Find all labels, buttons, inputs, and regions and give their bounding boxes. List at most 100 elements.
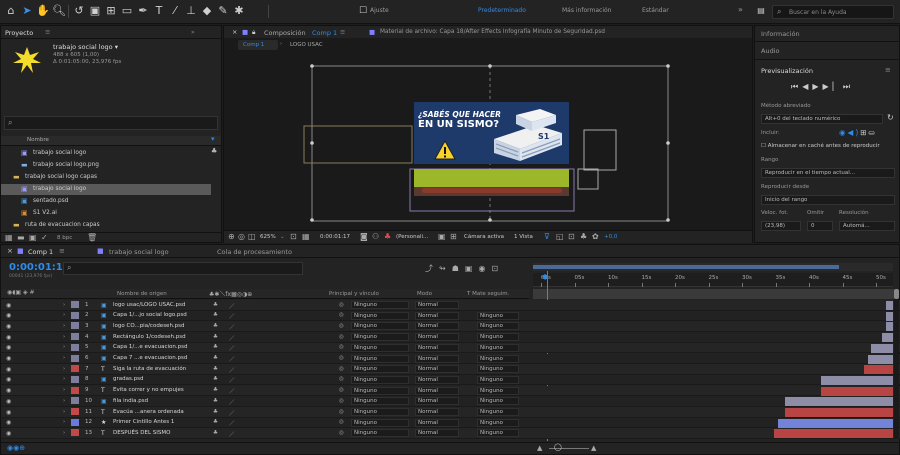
project-item[interactable]: ▬ ruta de evacuacion capas [1, 220, 211, 231]
parent-dropdown[interactable]: Ninguno [351, 365, 409, 374]
puppet-tool-icon[interactable]: ✱ [232, 4, 246, 18]
expand-arrow-icon[interactable]: › [63, 387, 65, 393]
layer-duration-bar[interactable] [774, 429, 893, 439]
toggle-view-icon[interactable]: ⊞ [450, 232, 457, 241]
track-matte-dropdown[interactable]: Ninguno [477, 311, 519, 320]
track-matte-dropdown[interactable]: Ninguno [477, 322, 519, 331]
views-dropdown[interactable]: 1 Vista [514, 234, 533, 240]
layer-duration-bar[interactable] [867, 354, 893, 364]
color-channel-icon[interactable]: ♣ [384, 232, 391, 241]
parent-pickwhip-icon[interactable]: ◎ [339, 366, 344, 372]
rectangle-tool-icon[interactable]: ▭ [120, 4, 134, 18]
close-icon[interactable]: × [7, 247, 13, 255]
layer-name[interactable]: logo CO...pia/codeseh.psd [113, 323, 185, 329]
camera-dropdown[interactable]: Cámara activa [464, 234, 504, 240]
layer-row[interactable]: ◉ › 5 ▣ Capa 1/...e evacuacion.psd ♣ ／ ◎ Ninguno… [1, 342, 900, 354]
parent-pickwhip-icon[interactable]: ◎ [339, 323, 344, 329]
expand-arrow-icon[interactable]: › [63, 344, 65, 350]
resolution-dropdown[interactable]: (Personali... [396, 234, 428, 240]
help-search-input[interactable]: ⌕ Buscar en la Ayuda [772, 5, 894, 19]
eye-icon[interactable]: ◉ [6, 409, 11, 416]
workspace-learn[interactable]: Más información [562, 7, 611, 14]
shy-switch-icon[interactable]: ♣ [213, 419, 218, 425]
time-ruler[interactable]: 00s 05s 10s 15s 20s 25s 30s 35s 40s 45s 50s [533, 273, 893, 287]
track-matte-dropdown[interactable]: Ninguno [477, 365, 519, 374]
rotate-tool-icon[interactable]: ↺ [72, 4, 86, 18]
shy-layers-icon[interactable]: ☗ [452, 264, 465, 273]
layer-label-color[interactable] [71, 397, 79, 405]
project-tab[interactable]: Proyecto [5, 29, 33, 37]
new-comp-icon[interactable]: ▣ [29, 233, 37, 242]
mode-dropdown[interactable]: Normal [415, 386, 459, 395]
track-matte-dropdown[interactable]: Ninguno [477, 408, 519, 416]
expand-arrow-icon[interactable]: › [63, 366, 65, 372]
cache-checkbox[interactable]: ☐ Almacenar en caché antes de reproducir [761, 143, 880, 149]
expand-arrow-icon[interactable]: › [63, 323, 65, 329]
quality-switch-icon[interactable]: ／ [229, 334, 235, 342]
layer-name[interactable]: Evacúa ...anera ordenada [113, 409, 184, 415]
timeline-scrollbar[interactable] [894, 289, 899, 439]
shy-switch-icon[interactable]: ♣ [213, 387, 218, 393]
parent-dropdown[interactable]: Ninguno [351, 322, 409, 331]
work-area-bar[interactable] [533, 263, 893, 271]
3d-renderer-icon[interactable]: ◫ [248, 232, 256, 241]
track-matte-dropdown[interactable]: Ninguno [477, 375, 519, 384]
layer-label-color[interactable] [71, 429, 79, 437]
sort-icon[interactable]: ▾ [211, 135, 215, 143]
shy-switch-icon[interactable]: ♣ [213, 409, 218, 415]
layer-name[interactable]: Evita correr y no empujes [113, 387, 184, 393]
camera-tool-icon[interactable]: ▣ [88, 4, 102, 18]
shy-switch-icon[interactable]: ♣ [213, 398, 218, 404]
expand-arrow-icon[interactable]: › [63, 409, 65, 415]
column-source-name[interactable]: Nombre de origen [117, 291, 167, 297]
mode-dropdown[interactable]: Normal [415, 418, 459, 427]
parent-dropdown[interactable]: Ninguno [351, 397, 409, 406]
overlay-toggle-icon[interactable]: ⊞ [860, 128, 868, 137]
loop-icon[interactable]: ↻ [887, 113, 894, 122]
shy-switch-icon[interactable]: ♣ [213, 430, 218, 436]
pixel-aspect-icon[interactable]: ⊽ [544, 232, 550, 241]
toggle-switches-icon[interactable]: ◉◉⊕ [7, 444, 25, 452]
expand-arrow-icon[interactable]: › [63, 376, 65, 382]
footage-tab-label[interactable]: Material de archivo: Capa 18/After Effec… [380, 29, 605, 35]
layer-duration-bar[interactable] [785, 397, 893, 407]
track-matte-dropdown[interactable]: Ninguno [477, 429, 519, 438]
motion-blur-icon[interactable]: ◉ [478, 264, 491, 273]
mode-dropdown[interactable]: Normal [415, 375, 459, 384]
breadcrumb-comp1[interactable]: Comp 1 [238, 40, 278, 50]
zoom-out-icon[interactable]: ▲ [537, 444, 542, 452]
shy-switch-icon[interactable]: ♣ [213, 366, 218, 372]
hand-tool-icon[interactable]: ✋ [36, 4, 50, 18]
layer-row[interactable]: ◉ › 2 ▣ Capa 1/...jo social logo.psd ♣ ／ ◎ Ningu… [1, 310, 900, 322]
expand-arrow-icon[interactable]: › [63, 302, 65, 308]
selection-tool-icon[interactable]: ➤ [20, 4, 34, 18]
parent-pickwhip-icon[interactable]: ◎ [339, 387, 344, 393]
layer-label-color[interactable] [71, 386, 79, 394]
layer-row[interactable]: ◉ › 13 T DESPUÉS DEL SISMO ♣ ／ ◎ Ninguno Normal Ni… [1, 428, 900, 439]
snapshot-icon[interactable]: ◙ [360, 232, 368, 241]
expand-arrow-icon[interactable]: › [63, 355, 65, 361]
zoom-slider-handle[interactable]: ◯ [554, 443, 562, 451]
mode-dropdown[interactable]: Normal [415, 365, 459, 374]
eye-icon[interactable]: ◉ [6, 398, 11, 405]
layer-name[interactable]: Capa 1/...jo social logo.psd [113, 312, 187, 318]
layer-duration-bar[interactable] [777, 418, 893, 428]
layer-name[interactable]: fila india.psd [113, 398, 148, 404]
flowchart-icon[interactable]: ⊡ [568, 232, 575, 241]
eye-icon[interactable]: ◉ [6, 387, 11, 394]
layers-toggle-icon[interactable]: ⛀ [869, 128, 877, 137]
eraser-tool-icon[interactable]: ◆ [200, 4, 214, 18]
eye-icon[interactable]: ◉ [6, 302, 11, 309]
project-settings-icon[interactable]: ✓ [41, 233, 48, 242]
parent-dropdown[interactable]: Ninguno [351, 418, 409, 427]
clone-stamp-tool-icon[interactable]: ⊥ [184, 4, 198, 18]
layer-label-color[interactable] [71, 301, 79, 308]
parent-dropdown[interactable]: Ninguno [351, 408, 409, 416]
close-icon[interactable]: × [232, 28, 237, 36]
parent-pickwhip-icon[interactable]: ◎ [339, 312, 344, 318]
project-item[interactable]: ▣ S1 V2.ai [1, 208, 211, 219]
type-tool-icon[interactable]: T [152, 4, 166, 18]
workspace-standard[interactable]: Estándar [642, 7, 669, 14]
panel-menu-icon[interactable]: ≡ [340, 28, 345, 36]
first-frame-icon[interactable]: ⏮ [791, 82, 802, 91]
